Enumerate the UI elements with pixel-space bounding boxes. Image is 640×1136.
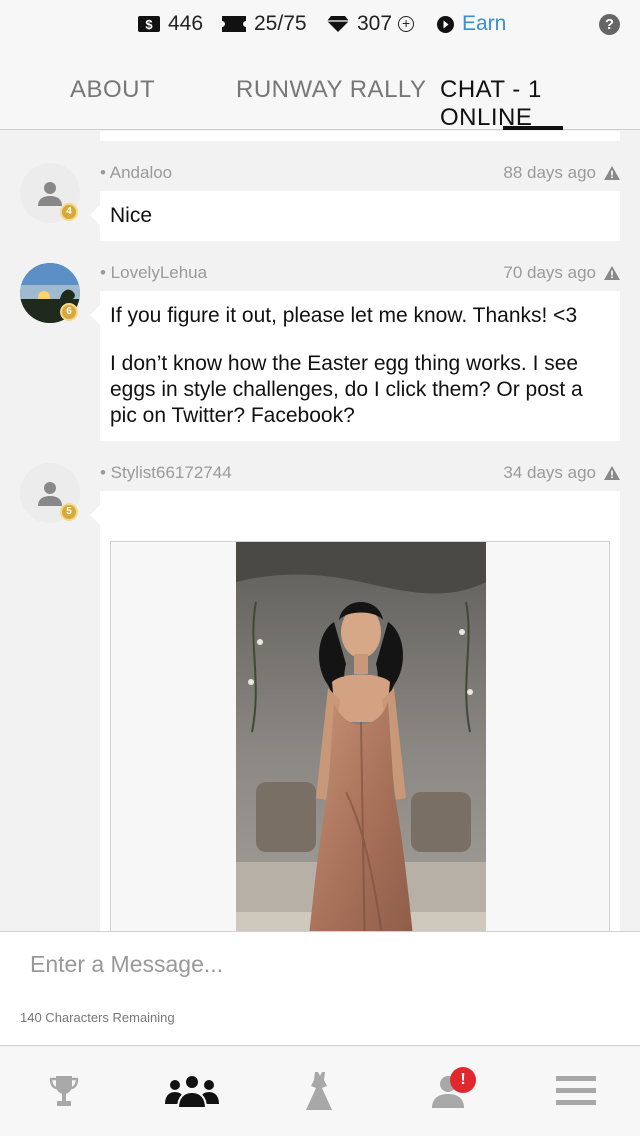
model-in-dress-image [236, 542, 486, 931]
ticket-icon [222, 16, 246, 32]
message-text: Nice [110, 204, 153, 227]
message-bubble: If you figure it out, please let me know… [90, 291, 620, 441]
tab-runway-rally[interactable]: RUNWAY RALLY [236, 76, 427, 104]
nav-menu[interactable] [546, 1071, 606, 1111]
app-screen: $ 446 25/75 307 + Earn ? ABOUT RUNWAY RA… [0, 0, 640, 1136]
ticket-balance[interactable]: 25/75 [222, 10, 307, 38]
outfit-photo[interactable] [236, 542, 486, 931]
earn-label: Earn [462, 12, 507, 35]
report-icon[interactable] [604, 165, 620, 185]
dress-icon [306, 1072, 332, 1110]
timestamp: 34 days ago [503, 463, 596, 482]
help-icon[interactable]: ? [599, 14, 620, 35]
report-icon[interactable] [604, 465, 620, 485]
menu-icon [556, 1076, 596, 1105]
trophy-icon [49, 1076, 79, 1106]
bottom-nav: ! [0, 1047, 640, 1136]
avatar[interactable]: 5 [20, 463, 80, 523]
tab-chat[interactable]: CHAT - 1 ONLINE [440, 76, 640, 132]
message-input[interactable] [20, 944, 620, 984]
author-name[interactable]: • Stylist66172744 [100, 463, 232, 483]
currency-bar: $ 446 25/75 307 + Earn ? [0, 0, 640, 48]
user-silhouette-icon [38, 182, 62, 206]
cash-value: 446 [168, 12, 204, 35]
message-composer: 140 Characters Remaining [0, 931, 640, 1046]
timestamp: 88 days ago [503, 163, 596, 182]
timestamp: 70 days ago [503, 263, 596, 282]
diamond-balance[interactable]: 307 + [327, 10, 415, 38]
money-icon: $ [138, 16, 160, 32]
message-meta: • LovelyLehua 70 days ago [100, 263, 620, 285]
message-text: If you figure it out, please let me know… [110, 304, 578, 327]
report-icon[interactable] [604, 265, 620, 285]
level-badge: 4 [60, 203, 78, 221]
user-silhouette-icon [38, 482, 62, 506]
chat-list[interactable]: 4 • Andaloo 88 days ago Nice 6 • LovelyL… [0, 131, 640, 931]
nav-community[interactable] [162, 1071, 222, 1111]
author-name[interactable]: • Andaloo [100, 163, 172, 183]
characters-remaining: 140 Characters Remaining [20, 1010, 175, 1025]
message-meta: • Stylist66172744 34 days ago [100, 463, 620, 485]
notification-badge: ! [450, 1067, 476, 1093]
message-bubble: Nice [90, 191, 620, 241]
diamond-icon [327, 16, 349, 32]
tab-about[interactable]: ABOUT [70, 76, 155, 104]
tab-bar: ABOUT RUNWAY RALLY CHAT - 1 ONLINE [0, 48, 640, 132]
avatar[interactable]: 6 [20, 263, 80, 323]
play-circle-icon [437, 15, 454, 33]
diamond-value: 307 [357, 12, 393, 35]
nav-trophy[interactable] [34, 1071, 94, 1111]
author-name[interactable]: • LovelyLehua [100, 263, 207, 283]
level-badge: 5 [60, 503, 78, 521]
message-meta: • Andaloo 88 days ago [100, 163, 620, 185]
earn-button[interactable]: Earn [437, 10, 506, 38]
nav-profile[interactable]: ! [418, 1067, 478, 1111]
level-badge: 6 [60, 303, 78, 321]
nav-dress[interactable] [290, 1071, 350, 1111]
community-icon [165, 1074, 219, 1108]
previous-message-bubble [100, 131, 620, 141]
add-diamonds-icon[interactable]: + [398, 16, 415, 32]
avatar[interactable]: 4 [20, 163, 80, 223]
cash-balance[interactable]: $ 446 [138, 10, 203, 38]
attached-image-frame[interactable] [110, 541, 610, 931]
active-tab-indicator [503, 126, 563, 130]
message-text: I don’t know how the Easter egg thing wo… [110, 352, 583, 427]
ticket-value: 25/75 [254, 12, 307, 35]
